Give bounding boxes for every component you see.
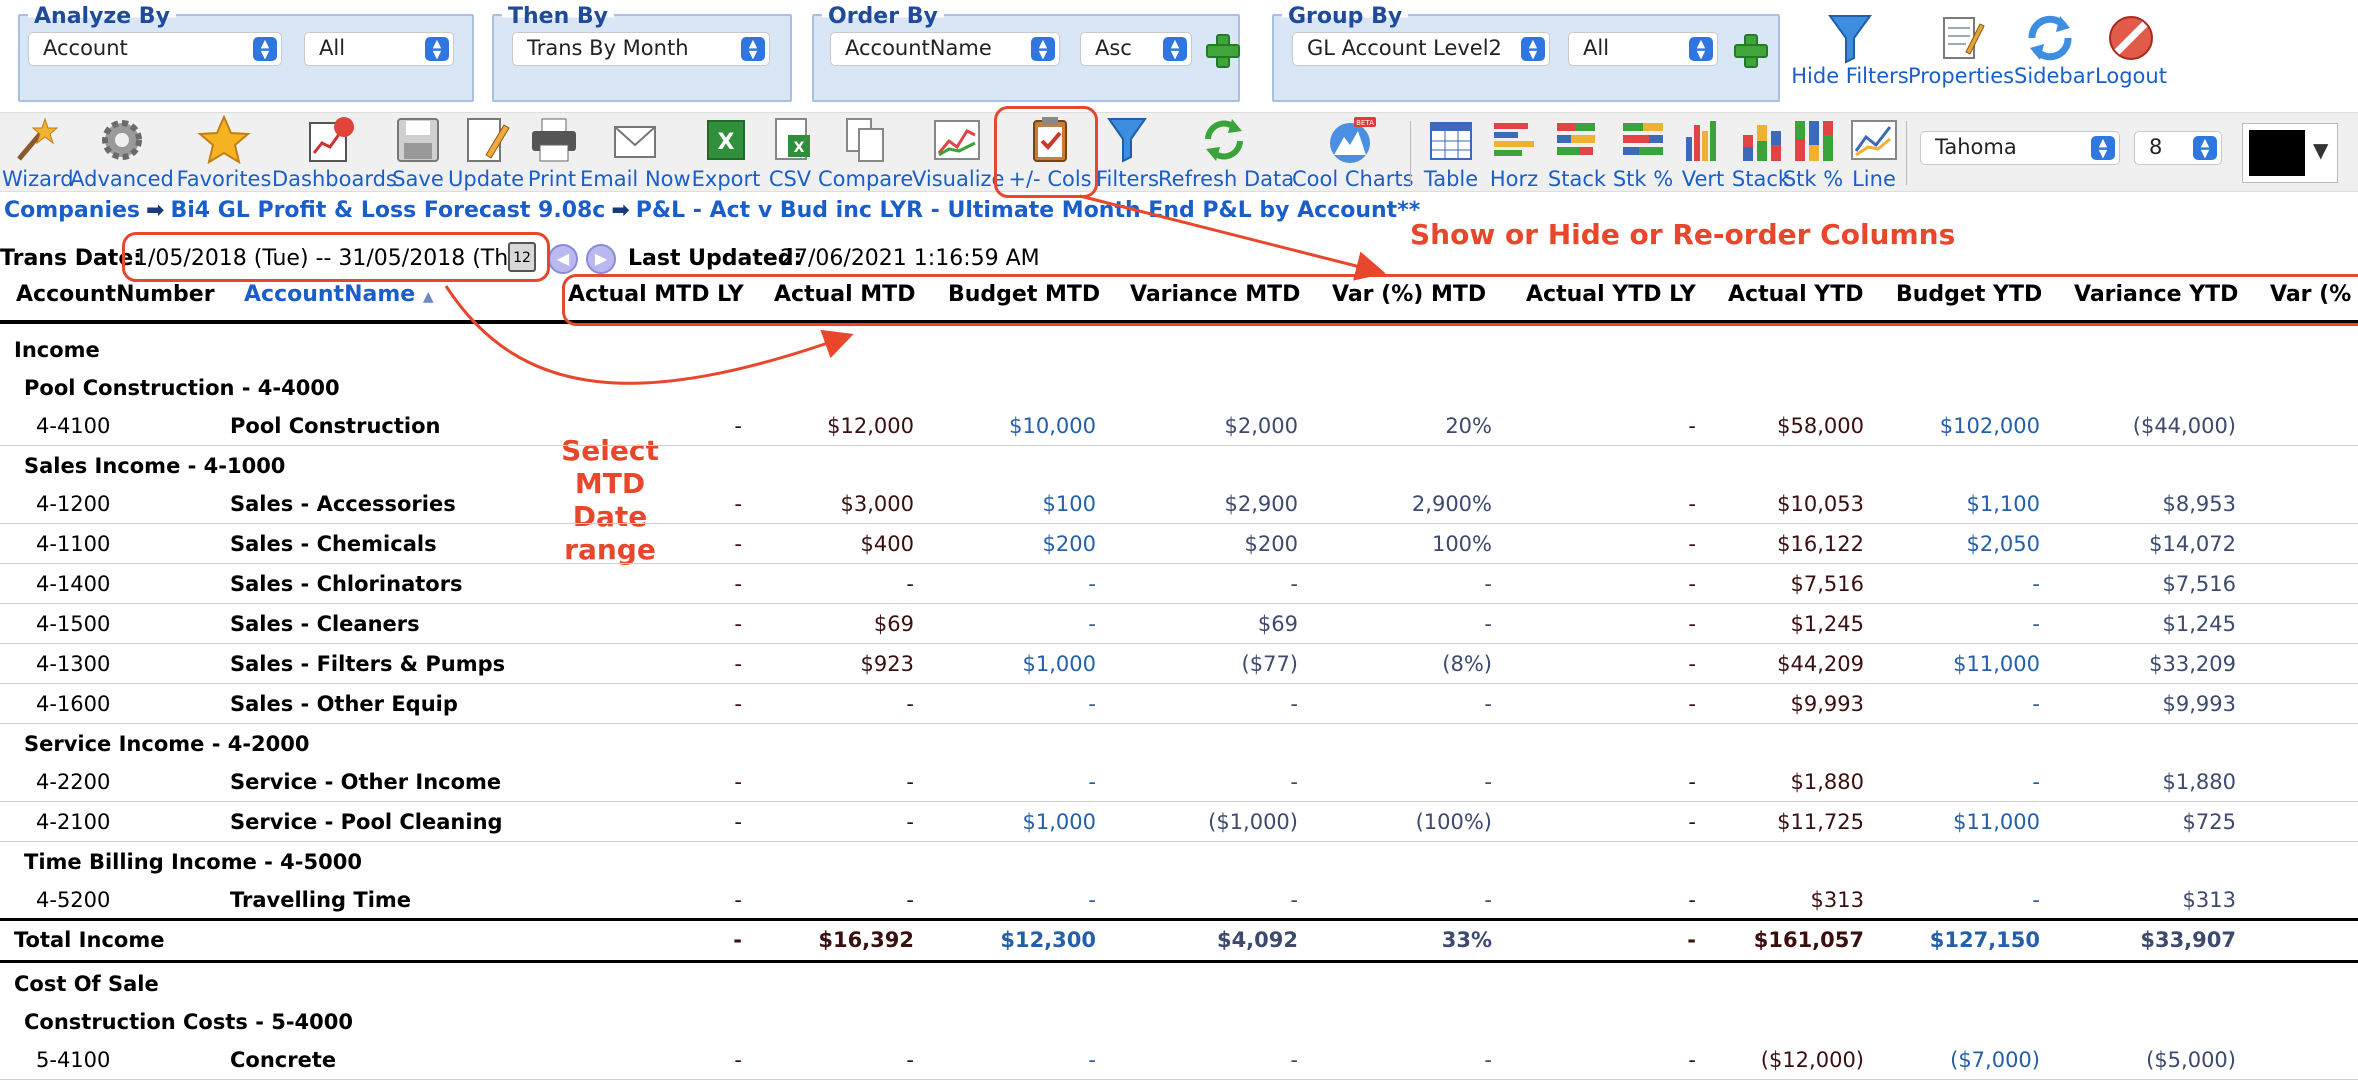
annotation-arrow-columns [1079,194,1386,281]
annotation-arrow-date [444,285,854,385]
annotation-arrows [444,194,1386,385]
